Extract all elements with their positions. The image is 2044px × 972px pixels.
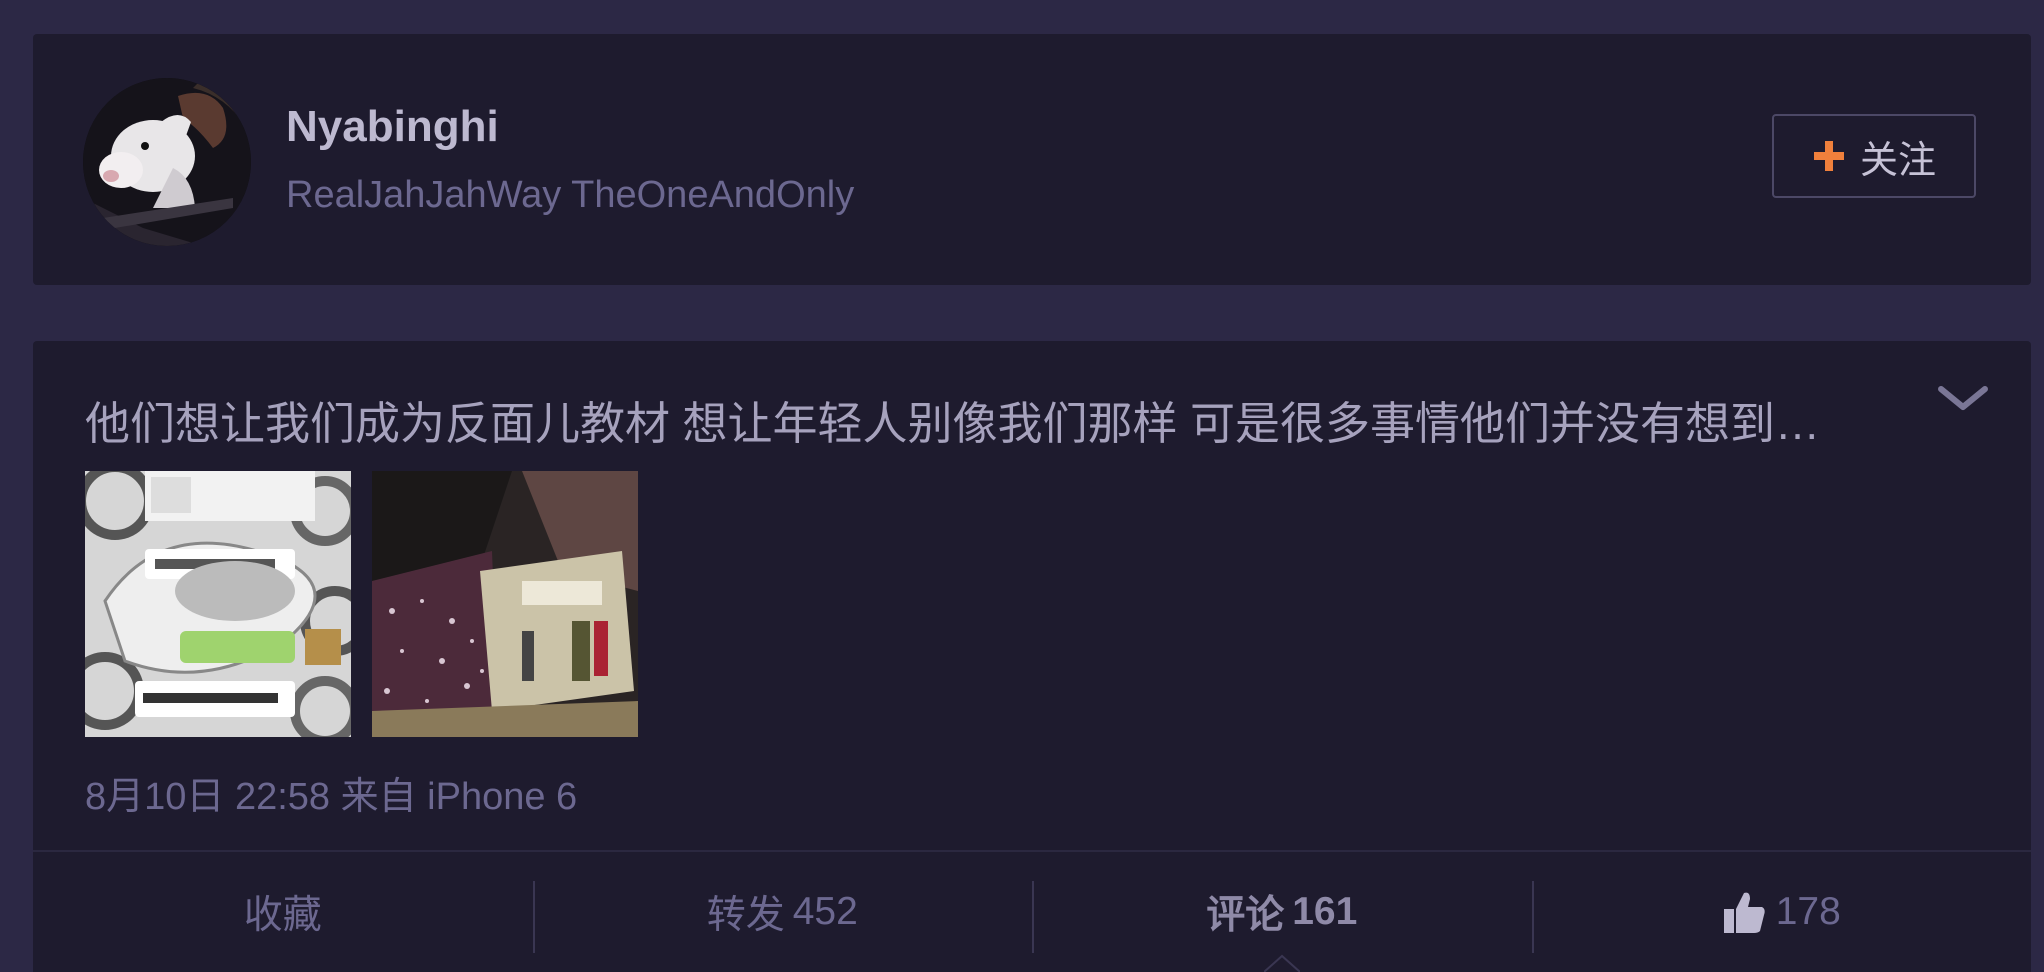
comment-button[interactable]: 评论 161 bbox=[1032, 852, 1532, 972]
action-bar: 收藏 转发 452 评论 161 178 bbox=[33, 852, 2031, 972]
post-card: 他们想让我们成为反面儿教材 想让年轻人别像我们那样 可是很多事情他们并没有想到… bbox=[33, 341, 2031, 972]
favorite-label: 收藏 bbox=[243, 894, 322, 937]
post-image-1[interactable] bbox=[85, 471, 351, 737]
post-text: 他们想让我们成为反面儿教材 想让年轻人别像我们那样 可是很多事情他们并没有想到… bbox=[85, 398, 1821, 449]
comment-count: 161 bbox=[1292, 890, 1358, 933]
post-image-2[interactable] bbox=[372, 471, 638, 737]
plus-icon bbox=[1813, 141, 1844, 171]
page: Nyabinghi RealJahJahWay TheOneAndOnly 关注… bbox=[0, 0, 2044, 972]
profile-card: Nyabinghi RealJahJahWay TheOneAndOnly 关注 bbox=[33, 34, 2031, 285]
like-count: 178 bbox=[1775, 890, 1841, 933]
like-button[interactable]: 178 bbox=[1531, 852, 2032, 972]
dog-photo-icon bbox=[83, 78, 251, 246]
chevron-down-icon[interactable] bbox=[1933, 369, 1993, 429]
repost-count: 452 bbox=[792, 890, 858, 933]
follow-button[interactable]: 关注 bbox=[1772, 114, 1976, 198]
user-bio: RealJahJahWay TheOneAndOnly bbox=[286, 174, 855, 216]
user-name[interactable]: Nyabinghi bbox=[286, 102, 499, 152]
album-photo-thumbnail-icon bbox=[372, 471, 638, 737]
comment-label: 评论 bbox=[1206, 894, 1285, 937]
avatar[interactable] bbox=[83, 78, 251, 246]
thumbs-up-icon bbox=[1723, 892, 1765, 933]
repost-button[interactable]: 转发 452 bbox=[532, 852, 1033, 972]
chat-screenshot-thumbnail-icon bbox=[85, 471, 351, 737]
follow-label: 关注 bbox=[1859, 139, 1936, 182]
post-meta: 8月10日 22:58 来自 iPhone 6 bbox=[85, 776, 578, 818]
favorite-button[interactable]: 收藏 bbox=[33, 852, 533, 972]
caret-up-icon bbox=[1263, 954, 1300, 972]
repost-label: 转发 bbox=[706, 894, 785, 937]
